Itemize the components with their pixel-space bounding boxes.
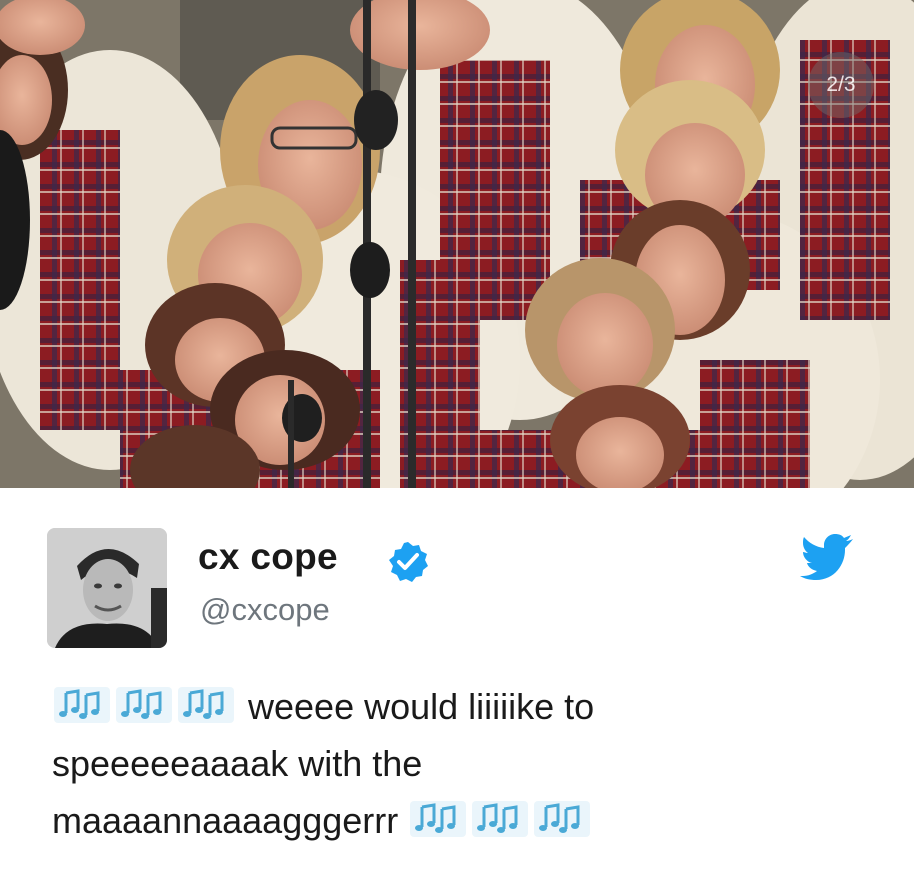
music-notes-icon [114,685,174,725]
choir-photo-image [0,0,914,488]
user-avatar-photo [47,528,167,648]
display-name[interactable]: cx cope [198,536,338,578]
tweet-text: weeee would liiiiike to speeeeeaaaak wit… [52,678,892,849]
tweet-card[interactable]: cx cope @cxcope weeee would liiiiike to … [0,488,914,884]
verified-badge-icon [389,542,428,582]
tweet-text-line-2: speeeeeaaaak with the [52,743,423,784]
music-notes-icon [470,799,530,839]
tweet-text-segment: weeee would liiiiike to [238,686,595,727]
music-notes-icon [408,799,468,839]
tweet-text-line-1: weeee would liiiiike to [52,678,892,735]
tweet-text-segment: maaaannaaaagggerrr [52,800,409,841]
avatar[interactable] [47,528,167,648]
music-notes-icon [532,799,592,839]
tweet-text-line-3: maaaannaaaagggerrr [52,792,892,849]
twitter-bird-icon [800,534,853,580]
user-handle[interactable]: @cxcope [200,592,330,628]
page-indicator: 2/3 [808,52,874,118]
music-notes-icon [176,685,236,725]
music-notes-icon [52,685,112,725]
tweet-photo[interactable]: 2/3 [0,0,914,488]
